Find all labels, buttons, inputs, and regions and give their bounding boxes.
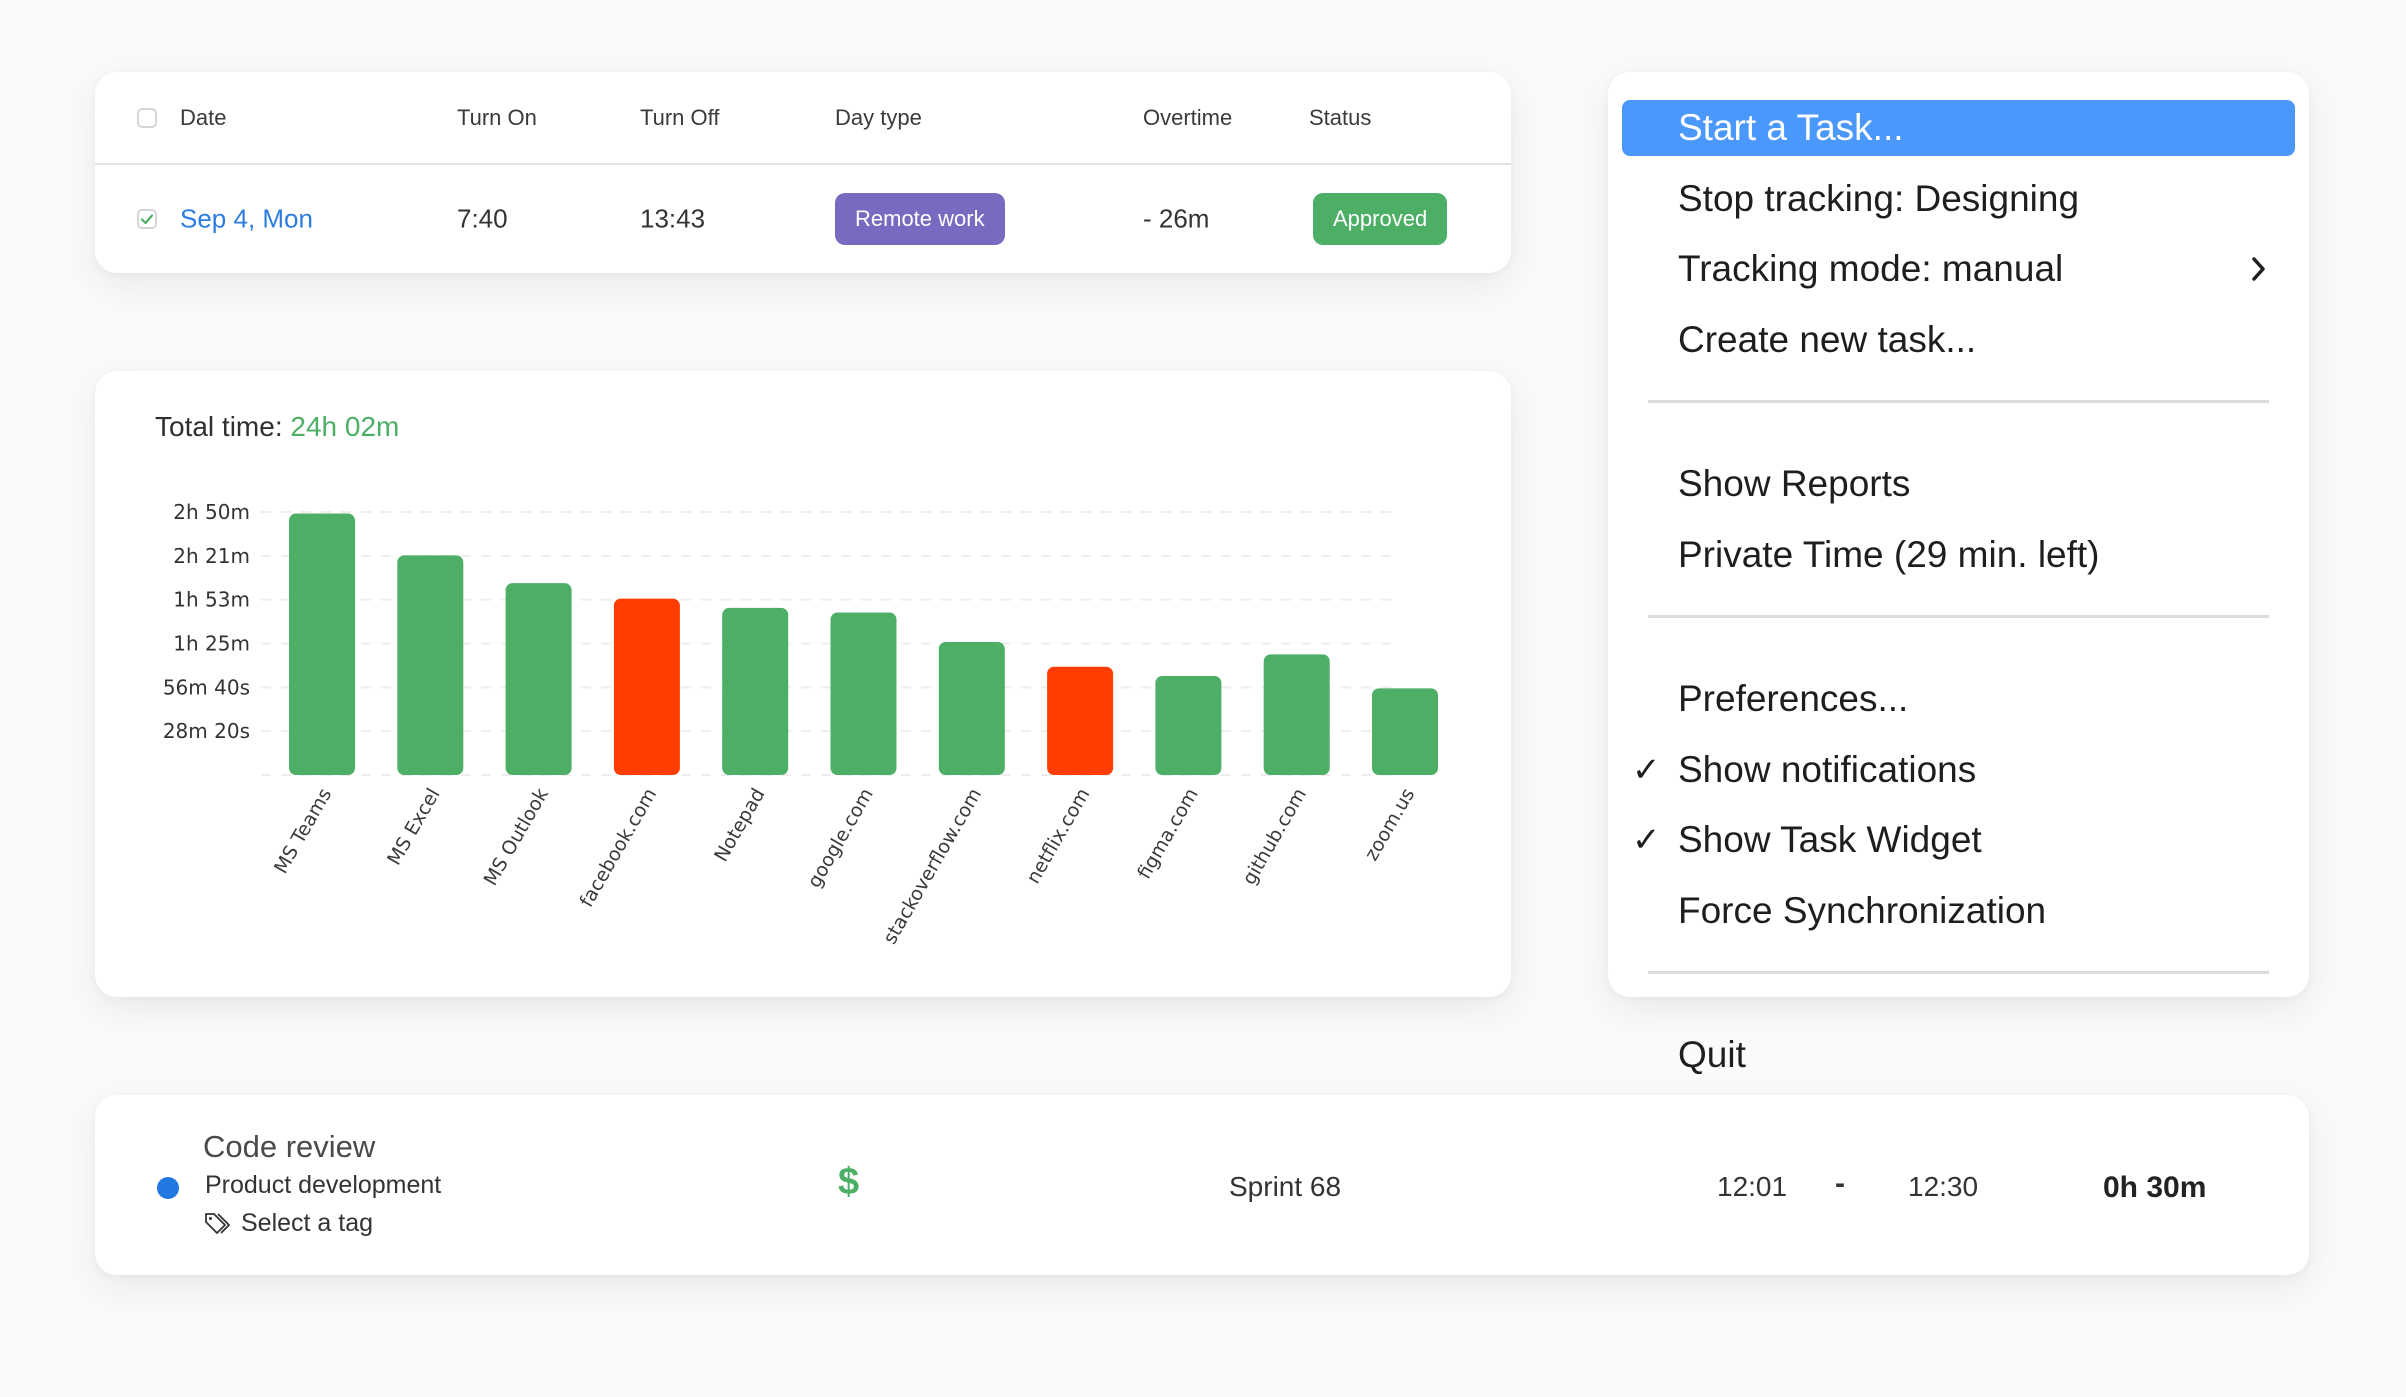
x-tick-label: Notepad xyxy=(710,785,769,866)
tray-context-menu: Start a Task... Stop tracking: Designing T… xyxy=(1608,72,2309,1075)
x-axis-ticks: MS Teams MS Excel MS Outlook facebook.com No… xyxy=(270,785,1419,949)
task-title[interactable]: Code review xyxy=(203,1129,375,1165)
project-name[interactable]: Product development xyxy=(205,1171,441,1200)
y-tick-label: 2h 21m xyxy=(173,544,250,568)
menu-item-force-synchronization[interactable]: Force Synchronization xyxy=(1622,883,2295,939)
bar-ms-teams[interactable] xyxy=(289,513,355,775)
x-tick-label: MS Teams xyxy=(270,785,336,878)
menu-item-label: Tracking mode: manual xyxy=(1678,248,2064,289)
app-usage-chart-card: Total time: 24h 02m 28m 20s 56m 40s 1h 25m… xyxy=(95,371,1511,997)
select-all-checkbox[interactable] xyxy=(137,107,157,128)
bar-google-com[interactable] xyxy=(830,612,897,775)
menu-item-stop-tracking-designing[interactable]: Stop tracking: Designing xyxy=(1622,171,2295,227)
column-header-day-type[interactable]: Day type xyxy=(835,105,922,131)
dollar-icon[interactable]: $ xyxy=(838,1161,859,1204)
x-tick-label: github.com xyxy=(1238,785,1311,889)
checkmark-icon: ✓ xyxy=(1632,821,1661,859)
x-tick-label: zoom.us xyxy=(1360,785,1419,865)
bar-netflix-com[interactable] xyxy=(1047,666,1114,775)
x-tick-label: facebook.com xyxy=(575,785,661,912)
menu-item-show-task-widget[interactable]: ✓ Show Task Widget xyxy=(1622,812,2295,868)
menu-item-create-new-task[interactable]: Create new task... xyxy=(1622,312,2295,368)
timesheet-table: Date Turn On Turn Off Day type Overtime … xyxy=(95,72,1511,273)
column-header-status[interactable]: Status xyxy=(1309,105,1371,131)
y-tick-label: 1h 25m xyxy=(173,632,250,656)
menu-item-show-reports[interactable]: Show Reports xyxy=(1622,456,2295,512)
task-entry-row[interactable]: Code review Product development Select a… xyxy=(95,1095,2309,1275)
menu-item-label: Start a Task... xyxy=(1678,107,1904,148)
menu-item-show-notifications[interactable]: ✓ Show notifications xyxy=(1622,742,2295,798)
y-tick-label: 56m 40s xyxy=(163,675,250,699)
checkmark-icon: ✓ xyxy=(1632,750,1661,789)
column-header-date[interactable]: Date xyxy=(180,105,226,131)
bar-ms-outlook[interactable] xyxy=(505,583,572,775)
chevron-right-icon xyxy=(2249,241,2269,313)
sprint-label[interactable]: Sprint 68 xyxy=(1229,1171,1341,1203)
menu-separator xyxy=(1648,615,2269,618)
bar-zoom-us[interactable] xyxy=(1372,688,1438,775)
x-tick-label: figma.com xyxy=(1133,785,1202,883)
project-color-dot xyxy=(157,1177,179,1199)
bar-notepad[interactable] xyxy=(722,607,789,775)
menu-item-label: Preferences... xyxy=(1678,678,1909,719)
bar-facebook-com[interactable] xyxy=(613,598,680,775)
bar-ms-excel[interactable] xyxy=(397,555,464,775)
column-header-turn-on[interactable]: Turn On xyxy=(457,105,537,131)
overtime-value: - 26m xyxy=(1143,203,1210,234)
y-tick-label: 2h 50m xyxy=(173,500,250,524)
x-tick-label: stackoverflow.com xyxy=(879,785,986,949)
menu-separator xyxy=(1648,971,2269,974)
date-link[interactable]: Sep 4, Mon xyxy=(180,204,313,235)
menu-item-label: Create new task... xyxy=(1678,318,1977,360)
menu-item-private-time-29-min-left[interactable]: Private Time (29 min. left) xyxy=(1622,527,2295,583)
bar-stackoverflow-com[interactable] xyxy=(938,641,1005,775)
status-badge[interactable]: Approved xyxy=(1313,193,1448,245)
row-checkbox[interactable] xyxy=(137,209,157,229)
tag-selector[interactable]: Select a tag xyxy=(203,1209,373,1238)
x-tick-label: netflix.com xyxy=(1022,785,1094,888)
duration: 0h 30m xyxy=(2103,1171,2207,1204)
menu-item-tracking-mode-manual[interactable]: Tracking mode: manual xyxy=(1622,241,2295,297)
table-header-row: Date Turn On Turn Off Day type Overtime … xyxy=(95,72,1511,165)
menu-item-quit[interactable]: Quit xyxy=(1622,1027,2295,1083)
y-tick-label: 28m 20s xyxy=(163,719,250,743)
start-time[interactable]: 12:01 xyxy=(1717,1171,1787,1203)
tag-placeholder: Select a tag xyxy=(241,1209,374,1237)
menu-item-label: Private Time (29 min. left) xyxy=(1678,533,2100,575)
menu-item-label: Show Reports xyxy=(1678,463,1911,504)
column-header-overtime[interactable]: Overtime xyxy=(1143,105,1232,131)
y-axis-ticks: 28m 20s 56m 40s 1h 25m 1h 53m 2h 21m 2h 50m xyxy=(163,500,250,743)
menu-item-label: Quit xyxy=(1678,1034,1746,1075)
menu-item-label: Show notifications xyxy=(1678,748,1977,790)
day-type-badge[interactable]: Remote work xyxy=(835,193,1005,245)
menu-item-preferences[interactable]: Preferences... xyxy=(1622,671,2295,727)
bar-figma-com[interactable] xyxy=(1155,675,1222,775)
x-tick-label: MS Excel xyxy=(383,785,444,869)
menu-item-label: Force Synchronization xyxy=(1678,889,2047,931)
menu-separator xyxy=(1648,400,2269,403)
column-header-turn-off[interactable]: Turn Off xyxy=(640,105,719,131)
turn-off-value: 13:43 xyxy=(640,203,706,234)
tag-icon xyxy=(205,1212,230,1234)
end-time[interactable]: 12:30 xyxy=(1908,1171,1978,1203)
x-tick-label: MS Outlook xyxy=(480,785,553,890)
table-row[interactable]: Sep 4, Mon 7:40 13:43 Remote work - 26m … xyxy=(95,165,1511,273)
menu-item-label: Show Task Widget xyxy=(1678,819,1982,860)
turn-on-value: 7:40 xyxy=(457,203,508,234)
x-tick-label: google.com xyxy=(803,785,878,892)
bar-github-com[interactable] xyxy=(1263,654,1330,775)
bar-chart: 28m 20s 56m 40s 1h 25m 1h 53m 2h 21m 2h 50m M… xyxy=(163,500,1438,949)
y-tick-label: 1h 53m xyxy=(173,588,250,612)
menu-item-label: Stop tracking: Designing xyxy=(1678,177,2080,219)
menu-item-start-a-task[interactable]: Start a Task... xyxy=(1622,100,2295,156)
checkmark-icon xyxy=(140,214,154,225)
time-separator: - xyxy=(1835,1167,1845,1200)
